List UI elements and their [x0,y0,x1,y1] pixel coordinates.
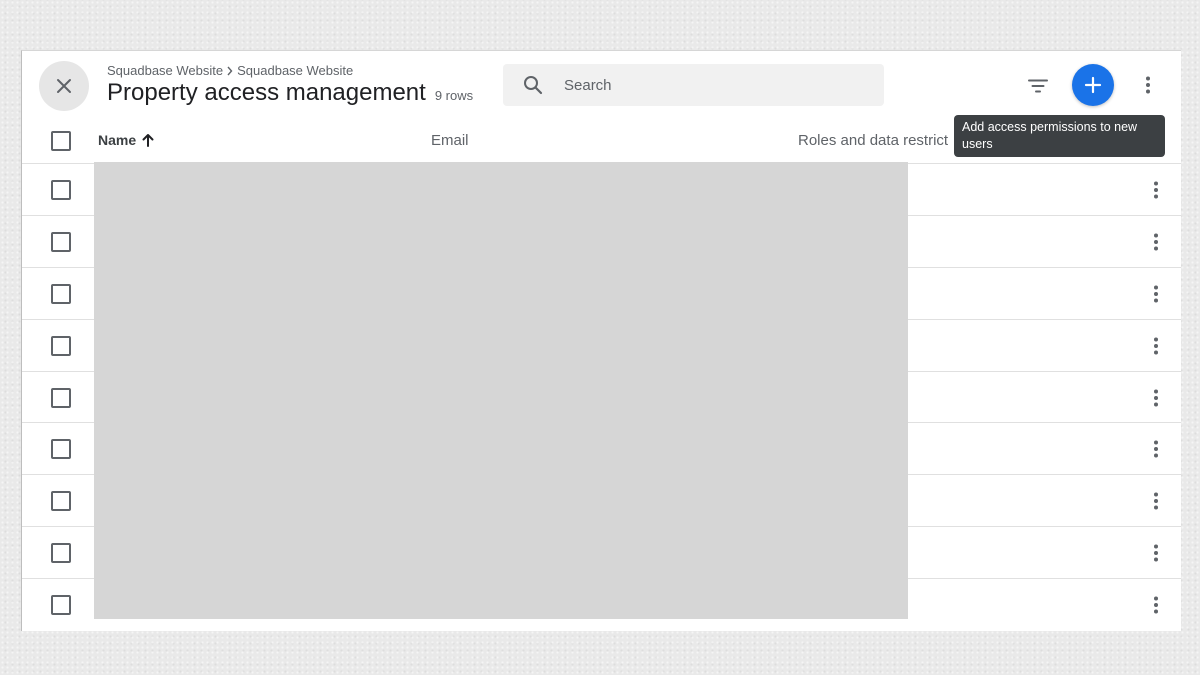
breadcrumb-account[interactable]: Squadbase Website [107,63,223,78]
redacted-content [94,162,908,619]
row-checkbox[interactable] [51,232,71,252]
more-vert-icon [1154,337,1158,355]
search-icon [524,76,543,95]
row-checkbox[interactable] [51,180,71,200]
row-more-button[interactable] [1144,282,1168,306]
plus-icon [1084,76,1102,94]
row-more-button[interactable] [1144,334,1168,358]
page-title: Property access management [107,79,426,106]
select-all-checkbox[interactable] [51,131,71,151]
column-header-email[interactable]: Email [431,132,469,149]
breadcrumb-separator-icon [227,66,233,75]
arrow-up-icon [142,134,154,147]
close-icon [57,79,71,93]
more-options-button[interactable] [1136,73,1160,97]
breadcrumb: Squadbase Website Squadbase Website [107,63,353,78]
row-more-button[interactable] [1144,230,1168,254]
more-vert-icon [1154,544,1158,562]
more-vert-icon [1154,440,1158,458]
more-vert-icon [1154,181,1158,199]
more-vert-icon [1146,76,1150,94]
search-input[interactable] [562,75,846,95]
column-header-roles[interactable]: Roles and data restrict [798,132,948,149]
row-more-button[interactable] [1144,541,1168,565]
filter-icon [1028,79,1048,93]
filter-button[interactable] [1026,74,1050,98]
add-user-tooltip: Add access permissions to new users [954,115,1165,157]
more-vert-icon [1154,233,1158,251]
row-checkbox[interactable] [51,595,71,615]
close-button[interactable] [39,61,89,111]
row-count: 9 rows [434,88,474,103]
add-user-button[interactable] [1072,64,1114,106]
row-checkbox[interactable] [51,388,71,408]
property-access-panel: Squadbase Website Squadbase Website Prop… [21,50,1181,631]
search-box[interactable] [503,64,884,106]
column-header-roles-label: Roles and data restrict [798,132,949,149]
breadcrumb-property[interactable]: Squadbase Website [237,63,353,78]
column-header-email-label: Email [431,132,469,149]
column-header-name[interactable]: Name [98,132,154,148]
row-checkbox[interactable] [51,439,71,459]
row-more-button[interactable] [1144,489,1168,513]
row-checkbox[interactable] [51,336,71,356]
column-header-name-label: Name [98,132,137,148]
more-vert-icon [1154,389,1158,407]
title-row: Property access management 9 rows [107,79,473,107]
row-more-button[interactable] [1144,178,1168,202]
more-vert-icon [1154,596,1158,614]
row-more-button[interactable] [1144,437,1168,461]
more-vert-icon [1154,285,1158,303]
row-more-button[interactable] [1144,593,1168,617]
row-checkbox[interactable] [51,491,71,511]
row-checkbox[interactable] [51,284,71,304]
row-more-button[interactable] [1144,386,1168,410]
more-vert-icon [1154,492,1158,510]
row-checkbox[interactable] [51,543,71,563]
